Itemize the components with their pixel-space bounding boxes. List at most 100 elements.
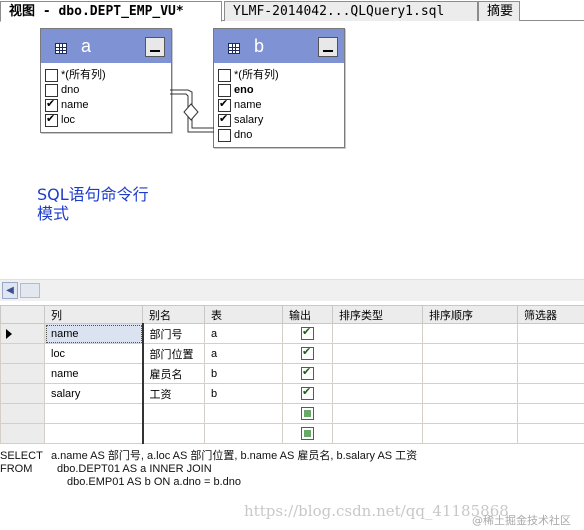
cell-output[interactable] (283, 424, 333, 444)
header-column[interactable]: 列 (45, 306, 143, 324)
grid-row[interactable]: loc 部门位置 a (1, 344, 584, 364)
cell-output[interactable] (283, 324, 333, 344)
cell-filter[interactable] (518, 404, 584, 424)
cell-sort-type[interactable] (333, 344, 423, 364)
minimize-button[interactable] (318, 37, 338, 57)
cell-table[interactable]: a (205, 344, 283, 364)
cell-sort-type[interactable] (333, 384, 423, 404)
cell-column[interactable]: loc (45, 344, 143, 364)
cell-filter[interactable] (518, 384, 584, 404)
minimize-button[interactable] (145, 37, 165, 57)
cell-column[interactable]: name (45, 364, 143, 384)
row-selector[interactable] (1, 364, 45, 384)
cell-sort-order[interactable] (423, 364, 518, 384)
output-checkbox[interactable] (301, 387, 314, 400)
table-a-title-bar[interactable]: a (41, 29, 171, 63)
tab-view-dept-emp[interactable]: 视图 - dbo.DEPT_EMP_VU* (0, 1, 222, 22)
table-a-box[interactable]: a *(所有列) dno name loc (40, 28, 172, 133)
cell-column[interactable]: name (45, 324, 143, 344)
row-selector[interactable] (1, 404, 45, 424)
header-output[interactable]: 输出 (283, 306, 333, 324)
cell-sort-order[interactable] (423, 324, 518, 344)
cell-filter[interactable] (518, 424, 584, 444)
cell-alias[interactable] (143, 404, 205, 424)
join-diamond-icon[interactable] (184, 104, 198, 120)
column-row[interactable]: name (41, 98, 171, 113)
column-checkbox[interactable] (45, 99, 58, 112)
cell-sort-order[interactable] (423, 404, 518, 424)
column-row[interactable]: dno (214, 128, 344, 143)
cell-output[interactable] (283, 364, 333, 384)
column-row[interactable]: loc (41, 113, 171, 128)
cell-alias[interactable]: 部门号 (143, 324, 205, 344)
header-filter[interactable]: 筛选器 (518, 306, 584, 324)
column-checkbox[interactable] (218, 69, 231, 82)
cell-alias[interactable]: 工资 (143, 384, 205, 404)
join-relationship-line[interactable] (170, 80, 216, 140)
cell-table[interactable]: b (205, 384, 283, 404)
cell-sort-order[interactable] (423, 384, 518, 404)
scroll-left-arrow-icon[interactable]: ◀ (2, 282, 18, 299)
grid-row[interactable] (1, 404, 584, 424)
output-checkbox[interactable] (301, 407, 314, 420)
output-checkbox[interactable] (301, 367, 314, 380)
column-checkbox[interactable] (218, 129, 231, 142)
sql-join-clause[interactable]: dbo.EMP01 AS b ON a.dno = b.dno (67, 476, 241, 489)
cell-table[interactable]: b (205, 364, 283, 384)
cell-sort-order[interactable] (423, 424, 518, 444)
grid-row[interactable]: name 部门号 a (1, 324, 584, 344)
tab-sql-query[interactable]: YLMF-2014042...QLQuery1.sql (224, 1, 478, 21)
cell-sort-type[interactable] (333, 364, 423, 384)
diagram-horizontal-scrollbar[interactable]: ◀ (0, 279, 584, 301)
grid-row[interactable]: name 雇员名 b (1, 364, 584, 384)
cell-alias[interactable]: 部门位置 (143, 344, 205, 364)
cell-column[interactable]: salary (45, 384, 143, 404)
cell-sort-type[interactable] (333, 424, 423, 444)
cell-sort-order[interactable] (423, 344, 518, 364)
cell-filter[interactable] (518, 344, 584, 364)
column-checkbox[interactable] (45, 114, 58, 127)
cell-alias[interactable]: 雇员名 (143, 364, 205, 384)
row-selector[interactable] (1, 344, 45, 364)
cell-filter[interactable] (518, 364, 584, 384)
table-b-box[interactable]: b *(所有列) eno name salary dno (213, 28, 345, 148)
header-sort-type[interactable]: 排序类型 (333, 306, 423, 324)
column-row[interactable]: *(所有列) (41, 68, 171, 83)
cell-table[interactable] (205, 424, 283, 444)
cell-sort-type[interactable] (333, 404, 423, 424)
column-row[interactable]: dno (41, 83, 171, 98)
column-checkbox[interactable] (45, 69, 58, 82)
row-selector[interactable] (1, 324, 45, 344)
cell-table[interactable] (205, 404, 283, 424)
column-row[interactable]: name (214, 98, 344, 113)
cell-column[interactable] (45, 404, 143, 424)
grid-row[interactable]: salary 工资 b (1, 384, 584, 404)
column-checkbox[interactable] (218, 99, 231, 112)
column-row[interactable]: salary (214, 113, 344, 128)
sql-from-clause[interactable]: dbo.DEPT01 AS a INNER JOIN (57, 463, 212, 476)
grid-row[interactable] (1, 424, 584, 444)
column-checkbox[interactable] (45, 84, 58, 97)
scroll-thumb[interactable] (20, 283, 40, 298)
cell-output[interactable] (283, 344, 333, 364)
cell-output[interactable] (283, 384, 333, 404)
column-row[interactable]: eno (214, 83, 344, 98)
output-checkbox[interactable] (301, 327, 314, 340)
header-table[interactable]: 表 (205, 306, 283, 324)
cell-output[interactable] (283, 404, 333, 424)
output-checkbox[interactable] (301, 427, 314, 440)
sql-select-list[interactable]: a.name AS 部门号, a.loc AS 部门位置, b.name AS … (51, 450, 417, 463)
cell-filter[interactable] (518, 324, 584, 344)
tab-summary[interactable]: 摘要 (478, 1, 520, 21)
cell-sort-type[interactable] (333, 324, 423, 344)
cell-table[interactable]: a (205, 324, 283, 344)
row-selector[interactable] (1, 384, 45, 404)
header-alias[interactable]: 别名 (143, 306, 205, 324)
column-checkbox[interactable] (218, 114, 231, 127)
column-checkbox[interactable] (218, 84, 231, 97)
column-row[interactable]: *(所有列) (214, 68, 344, 83)
header-sort-order[interactable]: 排序顺序 (423, 306, 518, 324)
row-selector[interactable] (1, 424, 45, 444)
cell-alias[interactable] (143, 424, 205, 444)
cell-column[interactable] (45, 424, 143, 444)
